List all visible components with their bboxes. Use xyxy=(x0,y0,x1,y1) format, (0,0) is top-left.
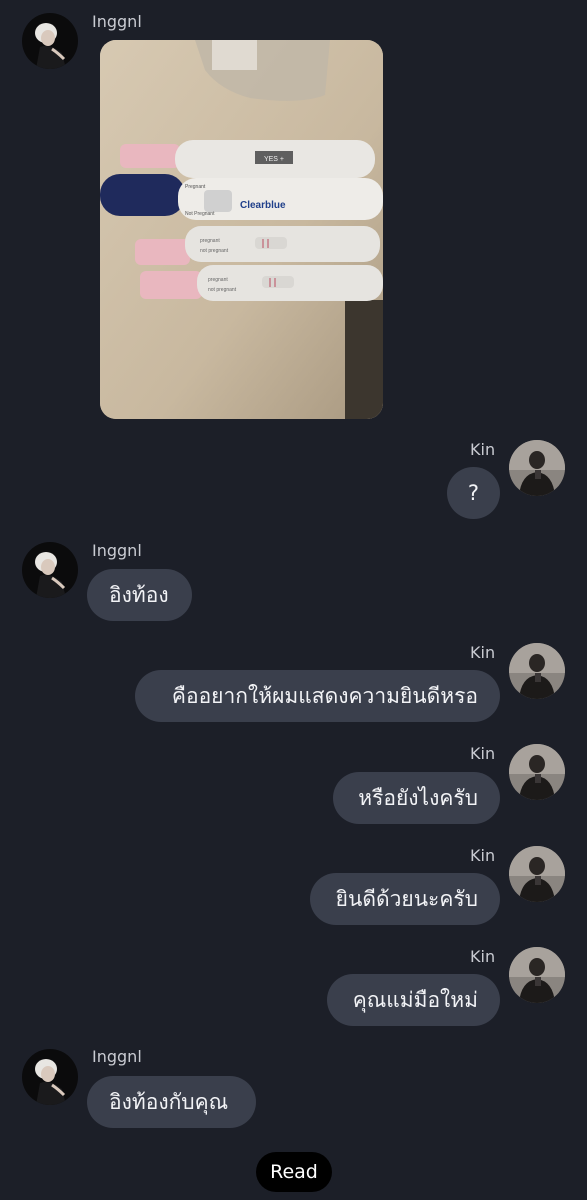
sender-name-kin: Kin xyxy=(470,744,496,763)
avatar-kin-image xyxy=(509,846,565,902)
photo-image: YES + Pregnant Not Pregnant Clearblue pr… xyxy=(100,40,383,419)
sender-name-kin: Kin xyxy=(470,846,496,865)
avatar-inggnl-image xyxy=(22,13,78,69)
sender-name-inggnl: Inggnl xyxy=(92,1047,142,1066)
test3-not-text: not pregnant xyxy=(200,248,229,254)
message-bubble-kin[interactable]: ? xyxy=(447,467,500,519)
message-bubble-kin[interactable]: หรือยังไงครับ xyxy=(333,772,500,824)
sender-name-inggnl: Inggnl xyxy=(92,12,142,31)
avatar-inggnl-image xyxy=(22,1049,78,1105)
message-bubble-inggnl[interactable]: อิงท้องกับคุณ xyxy=(87,1076,256,1128)
test2-pregnant-text: Pregnant xyxy=(185,184,206,190)
avatar-kin[interactable] xyxy=(509,846,565,902)
photo-pregnancy-tests[interactable]: YES + Pregnant Not Pregnant Clearblue pr… xyxy=(100,40,383,419)
avatar-kin-image xyxy=(509,440,565,496)
avatar-kin[interactable] xyxy=(509,744,565,800)
avatar-inggnl[interactable] xyxy=(22,13,78,69)
test4-not-text: not pregnant xyxy=(208,287,237,293)
test4-pregnant-text: pregnant xyxy=(208,277,228,283)
avatar-kin-image xyxy=(509,643,565,699)
avatar-kin-image xyxy=(509,744,565,800)
message-bubble-inggnl[interactable]: อิงท้อง xyxy=(87,569,192,621)
sender-name-kin: Kin xyxy=(470,440,496,459)
sender-name-inggnl: Inggnl xyxy=(92,541,142,560)
avatar-kin[interactable] xyxy=(509,440,565,496)
avatar-kin-image xyxy=(509,947,565,1003)
message-bubble-kin[interactable]: ยินดีด้วยนะครับ xyxy=(310,873,500,925)
avatar-inggnl[interactable] xyxy=(22,542,78,598)
test2-brand-text: Clearblue xyxy=(240,200,286,211)
test1-result-text: YES + xyxy=(264,156,284,163)
avatar-inggnl-image xyxy=(22,542,78,598)
read-status-pill: Read xyxy=(256,1152,332,1192)
message-bubble-kin[interactable]: คุณแม่มือใหม่ xyxy=(327,974,500,1026)
sender-name-kin: Kin xyxy=(470,947,496,966)
test3-pregnant-text: pregnant xyxy=(200,238,220,244)
sender-name-kin: Kin xyxy=(470,643,496,662)
message-bubble-kin[interactable]: คืออยากให้ผมแสดงความยินดีหรอ xyxy=(135,670,500,722)
avatar-inggnl[interactable] xyxy=(22,1049,78,1105)
avatar-kin[interactable] xyxy=(509,643,565,699)
test2-not-text: Not Pregnant xyxy=(185,211,215,217)
avatar-kin[interactable] xyxy=(509,947,565,1003)
